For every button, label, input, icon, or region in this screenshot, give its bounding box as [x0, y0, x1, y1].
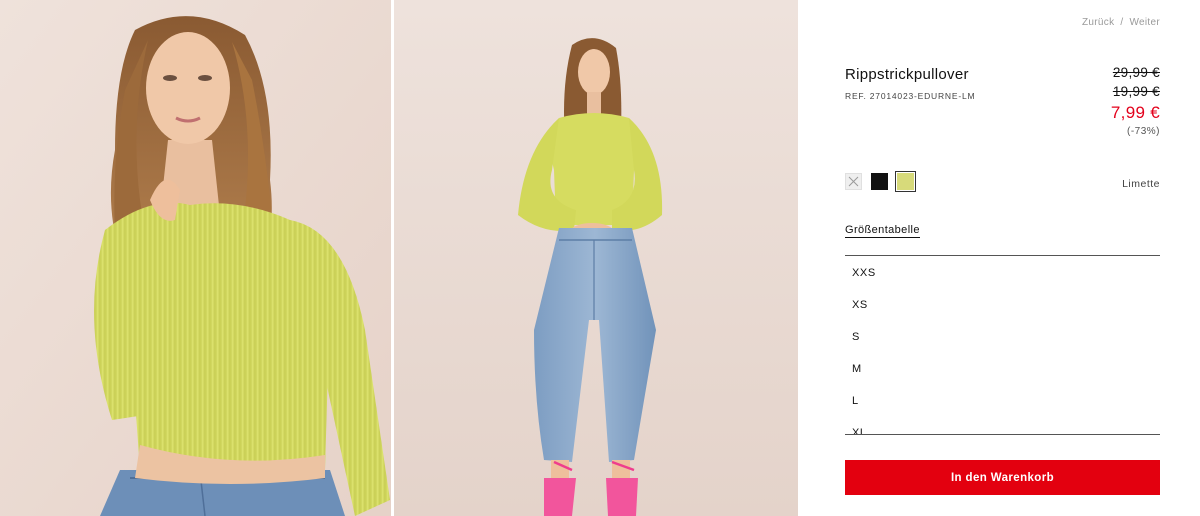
black-swatch[interactable] — [871, 173, 888, 190]
fullbody-image — [394, 0, 798, 516]
size-chart-link[interactable]: Größentabelle — [845, 224, 920, 238]
discount-badge: (-73%) — [1126, 126, 1160, 137]
product-reference: REF. 27014023-EDURNE-LM — [845, 91, 976, 101]
next-link[interactable]: Weiter — [1129, 17, 1160, 28]
size-option-m[interactable]: M — [845, 353, 1160, 385]
size-option-xl[interactable]: XL — [845, 417, 1160, 434]
price-block: 29,99 € 19,99 € 7,99 € (-73%) — [1111, 63, 1160, 139]
product-pager: Zurück / Weiter — [1082, 17, 1160, 28]
size-option-xxs[interactable]: XXS — [845, 257, 1160, 289]
closeup-image — [0, 0, 391, 516]
size-list[interactable]: XXS XS S M L XL — [845, 255, 1160, 435]
add-to-cart-button[interactable]: In den Warenkorb — [845, 460, 1160, 495]
lime-swatch[interactable] — [895, 171, 916, 192]
product-title: Rippstrickpullover — [845, 66, 969, 83]
color-swatches — [845, 171, 916, 192]
model-closeup-photo[interactable] — [0, 0, 391, 516]
pager-separator: / — [1120, 17, 1124, 28]
model-fullbody-photo[interactable] — [394, 0, 798, 516]
product-gallery — [0, 0, 798, 516]
size-option-xs[interactable]: XS — [845, 289, 1160, 321]
size-option-s[interactable]: S — [845, 321, 1160, 353]
product-details-panel: Zurück / Weiter Rippstrickpullover REF. 27… — [798, 0, 1200, 516]
unavailable-cross-icon — [848, 176, 859, 187]
back-link[interactable]: Zurück — [1082, 17, 1114, 28]
white-swatch[interactable] — [845, 173, 862, 190]
selected-color-label: Limette — [1122, 178, 1160, 190]
current-price: 7,99 € — [1110, 103, 1160, 122]
previous-price: 19,99 € — [1112, 84, 1160, 99]
size-option-l[interactable]: L — [845, 385, 1160, 417]
original-price: 29,99 € — [1112, 65, 1160, 80]
